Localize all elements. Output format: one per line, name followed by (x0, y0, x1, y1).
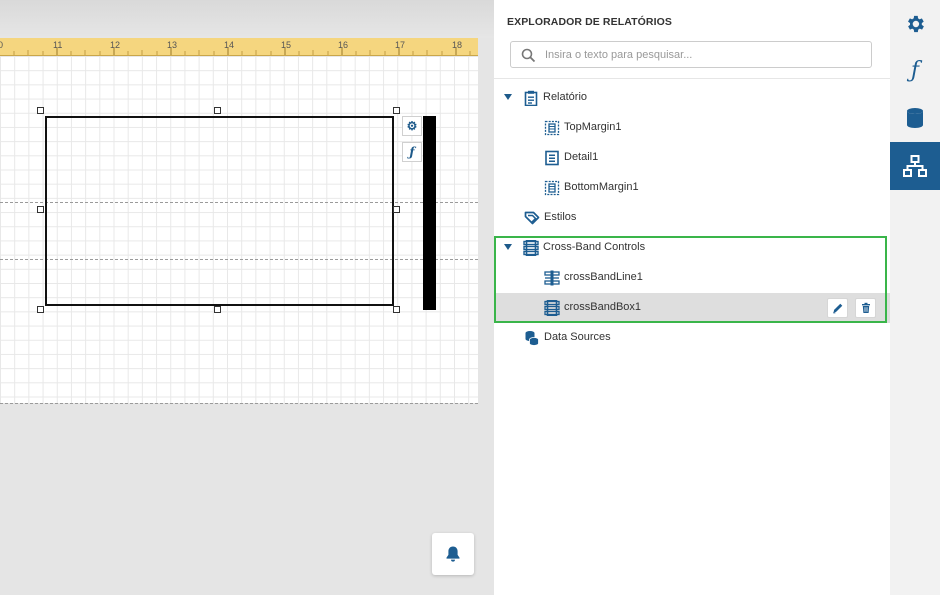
report-explorer-icon (903, 155, 927, 177)
resize-handle[interactable] (393, 306, 400, 313)
surface-top-shade (0, 0, 494, 38)
gear-icon: ⚙ (406, 119, 418, 133)
tree-item-label: Cross-Band Controls (543, 241, 646, 253)
ruler-tick-label: 15 (281, 40, 292, 50)
delete-button[interactable] (855, 298, 876, 318)
notifications-button[interactable] (432, 533, 474, 575)
tree-item-label: Detail1 (564, 151, 599, 163)
tree-item-label: crossBandLine1 (564, 271, 643, 283)
resize-handle[interactable] (37, 306, 44, 313)
band-boundary (0, 403, 478, 404)
properties-tab-button[interactable] (890, 0, 940, 48)
ruler-ticks (13, 48, 471, 55)
ruler-tick-label: 17 (395, 40, 406, 50)
tree-item-cross-band-controls[interactable]: Cross-Band Controls (494, 233, 890, 263)
tree-item-label: TopMargin1 (564, 121, 622, 133)
report-explorer-tab-button[interactable] (890, 142, 940, 190)
ruler-tick-label: 12 (110, 40, 121, 50)
function-icon: ƒ (409, 145, 415, 159)
data-sources-icon (525, 331, 539, 346)
cross-band-icon (523, 240, 539, 256)
database-icon (907, 108, 923, 128)
tree-item-detail[interactable]: Detail1 (494, 143, 890, 173)
tree-item-label: crossBandBox1 (564, 301, 642, 313)
panel-title: EXPLORADOR DE RELATÓRIOS (507, 16, 672, 28)
tree-item-bottom-margin[interactable]: BottomMargin1 (494, 173, 890, 203)
control-expression-button[interactable]: ƒ (402, 142, 422, 162)
ruler-tick-label: 13 (167, 40, 178, 50)
tree-item-label: Estilos (544, 211, 577, 223)
expand-arrow-icon[interactable] (504, 94, 512, 100)
ruler-tick-label: 0 (0, 40, 4, 50)
report-icon (524, 90, 538, 106)
field-list-tab-button[interactable] (890, 94, 940, 142)
ruler-tick-label: 11 (53, 40, 63, 50)
control-settings-button[interactable]: ⚙ (402, 116, 422, 136)
tree-item-estilos[interactable]: Estilos (494, 203, 890, 233)
resize-handle[interactable] (214, 107, 221, 114)
expressions-tab-button[interactable]: ƒ (890, 46, 940, 94)
edit-button[interactable] (827, 298, 848, 318)
cross-band-line-control[interactable] (423, 116, 436, 310)
trash-icon (861, 302, 870, 313)
tree-item-label: Data Sources (544, 331, 611, 343)
resize-handle[interactable] (37, 107, 44, 114)
side-toolbar: ƒ (890, 0, 940, 595)
bell-icon (446, 546, 460, 562)
horizontal-ruler: 0 11 12 13 14 15 16 17 18 (0, 38, 478, 56)
tree-item-label: BottomMargin1 (564, 181, 639, 193)
expand-arrow-icon[interactable] (504, 244, 512, 250)
cross-band-box-control[interactable] (45, 116, 394, 306)
cross-band-box-icon (544, 300, 560, 316)
tree-item-cross-band-line[interactable]: crossBandLine1 (494, 263, 890, 293)
detail-band-icon (545, 150, 559, 166)
cross-band-line-icon (544, 270, 560, 286)
tree-item-relatorio[interactable]: Relatório (494, 83, 890, 113)
margin-band-icon (544, 180, 560, 196)
margin-band-icon (544, 120, 560, 136)
search-input[interactable] (545, 45, 865, 64)
tree-item-cross-band-box[interactable]: crossBandBox1 (494, 293, 890, 323)
resize-handle[interactable] (37, 206, 44, 213)
search-box[interactable] (510, 41, 872, 68)
divider (494, 78, 890, 79)
resize-handle[interactable] (393, 206, 400, 213)
tree-item-label: Relatório (543, 91, 588, 103)
design-surface[interactable]: 0 11 12 13 14 15 16 17 18 ⚙ ƒ (0, 0, 494, 595)
function-icon: ƒ (910, 57, 920, 83)
tree-item-top-margin[interactable]: TopMargin1 (494, 113, 890, 143)
ruler-tick-label: 14 (224, 40, 235, 50)
styles-icon (524, 211, 540, 225)
search-icon (521, 48, 536, 63)
report-explorer-panel: EXPLORADOR DE RELATÓRIOS Relatório TopMa… (494, 0, 890, 595)
resize-handle[interactable] (393, 107, 400, 114)
tree-item-data-sources[interactable]: Data Sources (494, 323, 890, 353)
resize-handle[interactable] (214, 306, 221, 313)
pencil-icon (832, 303, 842, 314)
ruler-tick-label: 16 (338, 40, 349, 50)
gear-icon (908, 15, 924, 33)
ruler-tick-label: 18 (452, 40, 463, 50)
